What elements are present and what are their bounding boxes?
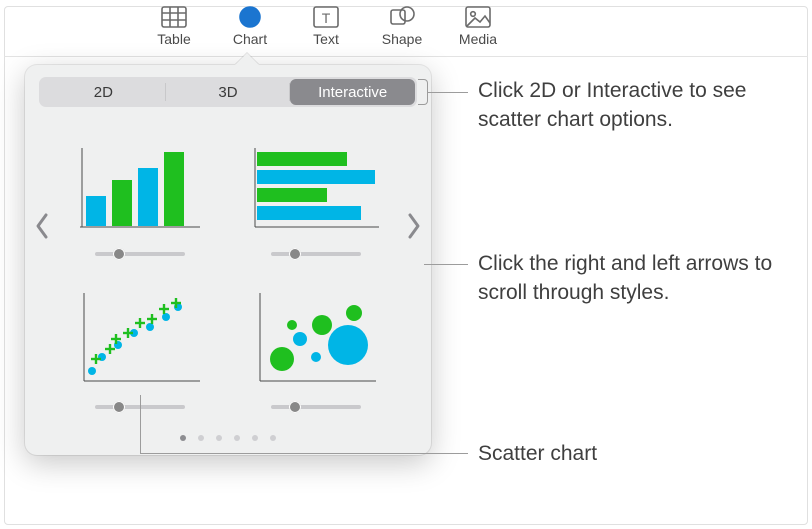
toolbar-separator <box>4 56 808 57</box>
tab-2d[interactable]: 2D <box>41 79 166 105</box>
leader-line <box>140 395 141 453</box>
shape-icon <box>387 4 417 30</box>
toolbar-item-table[interactable]: Table <box>150 4 198 47</box>
tab-interactive[interactable]: Interactive <box>290 79 415 105</box>
page-dot[interactable] <box>180 435 186 441</box>
toolbar-item-media[interactable]: Media <box>454 4 502 47</box>
annotation-scatter: Scatter chart <box>478 440 597 469</box>
bracket-tabs <box>418 79 428 105</box>
pie-chart-icon <box>235 4 265 30</box>
media-icon <box>463 4 493 30</box>
toolbar: Table Chart T Text Shape Media <box>150 4 502 47</box>
annotation-tabs: Click 2D or Interactive to see scatter c… <box>478 77 788 135</box>
thumb-slider[interactable] <box>271 400 361 412</box>
leader-line <box>424 264 468 265</box>
page-dot[interactable] <box>252 435 258 441</box>
chart-thumbnails-grid <box>65 131 391 417</box>
text-icon: T <box>311 4 341 30</box>
toolbar-item-chart[interactable]: Chart <box>226 4 274 47</box>
leader-line <box>428 92 468 93</box>
page-dot[interactable] <box>270 435 276 441</box>
chart-thumb-vertical-bar[interactable] <box>65 131 215 264</box>
prev-page-arrow[interactable] <box>29 206 55 246</box>
chart-picker-popover: 2D 3D Interactive <box>25 65 431 455</box>
thumb-slider[interactable] <box>95 247 185 259</box>
page-dot[interactable] <box>198 435 204 441</box>
page-indicator[interactable] <box>25 435 431 441</box>
table-icon <box>159 4 189 30</box>
chart-thumb-bubble[interactable] <box>241 284 391 417</box>
toolbar-item-label: Text <box>313 31 339 47</box>
chart-category-tabs: 2D 3D Interactive <box>39 77 417 107</box>
leader-line <box>140 453 468 454</box>
annotation-arrows: Click the right and left arrows to scrol… <box>478 250 778 308</box>
page-dot[interactable] <box>216 435 222 441</box>
toolbar-item-label: Media <box>459 31 497 47</box>
toolbar-item-label: Shape <box>382 31 422 47</box>
toolbar-item-label: Table <box>157 31 190 47</box>
tab-3d[interactable]: 3D <box>166 79 291 105</box>
chart-thumb-horizontal-bar[interactable] <box>241 131 391 264</box>
thumb-slider[interactable] <box>271 247 361 259</box>
page-dot[interactable] <box>234 435 240 441</box>
next-page-arrow[interactable] <box>401 206 427 246</box>
toolbar-item-text[interactable]: T Text <box>302 4 350 47</box>
svg-text:T: T <box>322 10 331 26</box>
toolbar-item-label: Chart <box>233 31 267 47</box>
toolbar-item-shape[interactable]: Shape <box>378 4 426 47</box>
